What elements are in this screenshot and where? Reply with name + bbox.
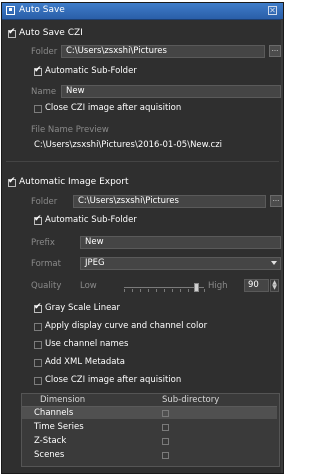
quality-spin-button[interactable]: ▲ ▼ (270, 279, 279, 292)
dimension-label: Time Series (34, 422, 84, 432)
format-select[interactable]: JPEG (80, 257, 281, 270)
czi-folder-field[interactable]: C:\Users\zsxshi\Pictures (61, 45, 265, 58)
slider-tick (180, 289, 181, 292)
table-row[interactable]: Scenes (22, 449, 277, 461)
slider-tick (172, 289, 173, 292)
export-option-checkbox[interactable] (34, 377, 42, 385)
col-dimension-header[interactable]: Dimension (40, 394, 85, 406)
czi-close-after-label: Close CZI image after aquisition (45, 103, 182, 113)
export-option-label: Apply display curve and channel color (45, 321, 208, 331)
file-name-preview-value: C:\Users\zsxshi\Pictures\2016-01-05\New.… (34, 140, 223, 150)
export-auto-subfolder-checkbox[interactable] (34, 214, 42, 225)
slider-tick (140, 289, 141, 292)
subdirectory-checkbox[interactable] (162, 438, 169, 445)
czi-auto-subfolder-label: Automatic Sub-Folder (45, 66, 137, 76)
subdirectory-checkbox[interactable] (162, 424, 169, 431)
quality-low-label: Low (80, 281, 97, 291)
prefix-label: Prefix (31, 238, 55, 248)
format-value: JPEG (85, 258, 105, 268)
panel-title: Auto Save (19, 5, 65, 15)
prefix-field[interactable]: New (80, 236, 281, 249)
dimension-table: Dimension Sub-directory Channels Time Ser… (21, 393, 280, 467)
quality-high-label: High (208, 281, 228, 291)
export-folder-field[interactable]: C:\Users\zsxshi\Pictures (73, 195, 266, 208)
czi-browse-button[interactable]: ... (269, 45, 281, 57)
dimension-label: Scenes (34, 450, 65, 460)
export-auto-subfolder-label: Automatic Sub-Folder (45, 215, 137, 225)
export-option-label: Close CZI image after aquisition (45, 375, 182, 385)
subdirectory-checkbox[interactable] (162, 452, 169, 459)
table-row[interactable]: Time Series (22, 421, 277, 433)
auto-save-czi-label: Auto Save CZI (19, 28, 83, 38)
quality-slider-thumb[interactable] (194, 283, 199, 292)
save-icon (6, 6, 15, 15)
export-option-checkbox[interactable] (34, 323, 42, 331)
section-divider (6, 161, 279, 162)
export-option-checkbox[interactable] (34, 341, 42, 349)
quality-slider-track[interactable] (124, 287, 204, 288)
quality-value-field[interactable]: 90 (244, 279, 269, 292)
slider-tick (164, 289, 165, 292)
czi-folder-label: Folder (31, 47, 58, 57)
table-row[interactable]: Channels (22, 407, 277, 419)
export-option-label: Add XML Metadata (45, 357, 126, 367)
czi-auto-subfolder-checkbox[interactable] (34, 65, 42, 76)
table-row[interactable]: Z-Stack (22, 435, 277, 447)
export-browse-button[interactable]: ... (270, 195, 282, 207)
slider-tick (148, 289, 149, 292)
chevron-down-icon (271, 261, 277, 265)
czi-close-after-checkbox[interactable] (34, 105, 42, 113)
czi-name-field[interactable]: New (61, 85, 281, 98)
dimension-label: Channels (34, 408, 74, 418)
slider-tick (156, 289, 157, 292)
dimension-label: Z-Stack (34, 436, 67, 446)
format-label: Format (31, 259, 61, 269)
export-folder-label: Folder (31, 197, 58, 207)
collapse-icon[interactable]: ✕ (268, 6, 277, 15)
file-name-preview-label: File Name Preview (31, 125, 109, 135)
export-option-checkbox[interactable] (34, 359, 42, 367)
slider-tick (188, 289, 189, 292)
export-option-checkbox[interactable] (34, 302, 42, 313)
export-option-label: Gray Scale Linear (45, 303, 121, 313)
export-option-label: Use channel names (45, 339, 129, 349)
col-subdirectory-header[interactable]: Sub-directory (162, 394, 219, 406)
subdirectory-checkbox[interactable] (162, 410, 169, 417)
slider-tick (204, 289, 205, 292)
auto-export-checkbox[interactable] (8, 176, 16, 187)
czi-name-label: Name (31, 87, 57, 97)
title-bar: Auto Save ✕ (2, 3, 283, 20)
scrollbar[interactable] (281, 19, 283, 473)
slider-tick (124, 289, 125, 292)
auto-export-label: Automatic Image Export (19, 177, 129, 187)
quality-label: Quality (31, 281, 62, 291)
auto-save-czi-checkbox[interactable] (8, 27, 16, 38)
auto-save-panel: Auto Save ✕ Auto Save CZI Folder C:\User… (1, 2, 284, 474)
slider-tick (132, 289, 133, 292)
